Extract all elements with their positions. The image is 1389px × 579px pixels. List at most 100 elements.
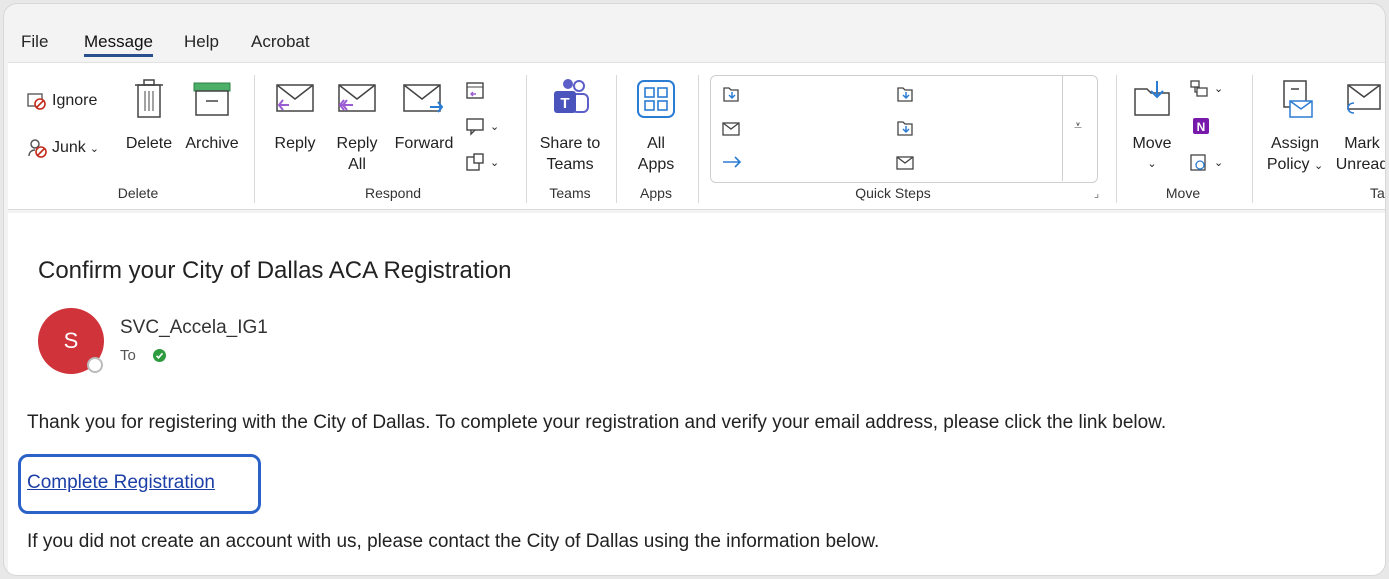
apps-grid-icon <box>637 80 675 118</box>
forward-button[interactable]: Forward <box>390 77 458 154</box>
delete-button[interactable]: Delete <box>123 77 175 154</box>
move-label: Move <box>1132 135 1172 152</box>
all-apps-label-2: Apps <box>637 156 675 173</box>
reply-all-label-2: All <box>348 156 366 173</box>
more-respond-button[interactable]: ⌄ <box>464 151 499 173</box>
move-to-folder-icon[interactable] <box>895 118 915 138</box>
quick-steps-gallery <box>710 75 1098 183</box>
share-to-teams-label-2: Teams <box>546 156 594 173</box>
forward-icon <box>403 84 444 113</box>
onenote-button[interactable]: N <box>1191 115 1213 137</box>
avatar-initial: S <box>63 328 79 353</box>
assign-policy-button[interactable]: Assign Policy ⌄ <box>1262 77 1328 177</box>
tab-file[interactable]: File <box>21 32 48 52</box>
archive-icon <box>193 82 231 116</box>
mark-unread-button[interactable]: Mark Unread <box>1332 77 1386 175</box>
respond-group-label: Respond <box>364 185 422 201</box>
tab-message[interactable]: Message <box>84 32 153 57</box>
arrow-right-icon[interactable] <box>721 154 743 170</box>
reply-label: Reply <box>274 135 316 152</box>
svg-text:N: N <box>1197 120 1206 134</box>
message-subject: Confirm your City of Dallas ACA Registra… <box>38 257 512 284</box>
verified-check-icon <box>153 349 166 362</box>
expand-gallery-icon: ⩡ <box>1074 117 1082 133</box>
mark-unread-label-2: Unread <box>1335 156 1386 173</box>
share-to-teams-label-1: Share to <box>539 135 601 152</box>
to-label: To <box>120 347 136 364</box>
assign-policy-label-1: Assign <box>1270 135 1320 152</box>
move-group-label: Move <box>1165 185 1201 201</box>
assign-policy-label-2: Policy ⌄ <box>1266 156 1324 173</box>
meeting-button[interactable] <box>464 79 486 101</box>
apps-group-label: Apps <box>640 185 672 201</box>
reply-all-label-1: Reply <box>336 135 378 152</box>
junk-icon <box>28 139 47 158</box>
forward-label: Forward <box>394 135 454 152</box>
outlook-window: File Message Help Acrobat Ignore Junk ⌄ … <box>3 3 1386 576</box>
all-apps-button[interactable]: All Apps <box>628 77 684 175</box>
mark-unread-icon <box>1347 84 1381 114</box>
im-reply-button[interactable]: ⌄ <box>464 115 499 137</box>
more-respond-icon <box>466 153 484 171</box>
onenote-icon: N <box>1193 118 1209 134</box>
junk-button[interactable]: Junk ⌄ <box>26 137 99 159</box>
body-paragraph-1: Thank you for registering with the City … <box>27 412 1167 433</box>
sender-name[interactable]: SVC_Accela_IG1 <box>120 317 268 339</box>
quick-steps-expand[interactable]: ⩡ <box>1062 75 1097 181</box>
reply-icon <box>276 84 314 112</box>
chevron-down-icon: ⌄ <box>1214 82 1224 95</box>
presence-status-icon <box>87 357 103 373</box>
dialog-launcher-icon[interactable]: ⌟ <box>1094 187 1099 200</box>
junk-label: Junk <box>52 139 86 156</box>
delete-group-label: Delete <box>117 185 159 201</box>
actions-icon <box>1190 154 1206 171</box>
tab-help[interactable]: Help <box>184 32 219 52</box>
share-to-teams-button[interactable]: T Share to Teams <box>536 77 604 175</box>
reply-all-icon <box>338 84 376 112</box>
archive-label: Archive <box>185 135 239 152</box>
chevron-down-icon: ⌄ <box>89 142 100 155</box>
mail-icon[interactable] <box>721 120 741 138</box>
chevron-down-icon: ⌄ <box>1147 158 1157 170</box>
reply-all-button[interactable]: Reply All <box>330 77 384 175</box>
ribbon: Ignore Junk ⌄ Delete Archive Delete Repl… <box>8 62 1386 210</box>
reply-button[interactable]: Reply <box>268 77 322 154</box>
move-button[interactable]: Move ⌄ <box>1126 77 1178 175</box>
separator <box>616 75 617 203</box>
quick-steps-group-label: Quick Steps <box>855 185 931 201</box>
mark-unread-label-1: Mark <box>1344 135 1380 152</box>
separator <box>526 75 527 203</box>
move-folder-icon <box>1134 81 1170 116</box>
message-pane: Confirm your City of Dallas ACA Registra… <box>8 213 1385 575</box>
teams-icon: T <box>554 79 589 113</box>
archive-button[interactable]: Archive <box>181 77 243 154</box>
chevron-down-icon: ⌄ <box>1214 156 1224 169</box>
separator <box>1252 75 1253 203</box>
all-apps-label-1: All <box>647 135 665 152</box>
teams-group-label: Teams <box>549 185 591 201</box>
separator <box>254 75 255 203</box>
policy-icon <box>1283 80 1313 118</box>
tab-acrobat[interactable]: Acrobat <box>251 32 310 52</box>
separator <box>1116 75 1117 203</box>
move-to-folder-icon[interactable] <box>895 84 915 104</box>
chat-icon <box>466 118 484 136</box>
ignore-icon <box>27 93 46 110</box>
calendar-reply-icon <box>466 82 484 99</box>
separator <box>698 75 699 203</box>
rules-button[interactable]: ⌄ <box>1188 77 1223 99</box>
rules-icon <box>1190 80 1208 97</box>
tags-group-label: Ta <box>1370 185 1385 201</box>
chevron-down-icon: ⌄ <box>1313 160 1324 172</box>
mail-icon[interactable] <box>895 154 915 172</box>
complete-registration-link[interactable]: Complete Registration <box>27 472 215 494</box>
chevron-down-icon: ⌄ <box>490 120 500 133</box>
ignore-button[interactable]: Ignore <box>26 91 97 111</box>
move-to-folder-icon[interactable] <box>721 84 741 104</box>
actions-button[interactable]: ⌄ <box>1188 151 1223 173</box>
chevron-down-icon: ⌄ <box>490 156 500 169</box>
svg-text:T: T <box>560 95 569 112</box>
ignore-label: Ignore <box>52 92 98 109</box>
trash-icon <box>135 79 163 118</box>
body-paragraph-2: If you did not create an account with us… <box>27 531 880 552</box>
